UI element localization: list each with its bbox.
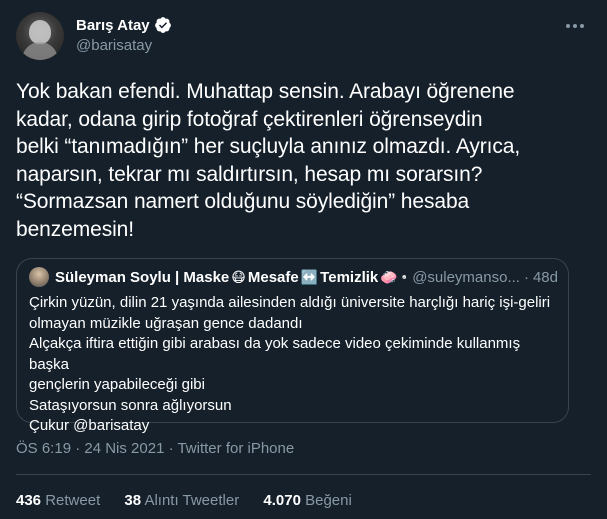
likes-count: 4.070 (263, 492, 301, 509)
author-name-block[interactable]: Barış Atay @barisatay (76, 16, 172, 54)
tweet-text-line: Yok bakan efendi. Muhattap sensin. Araba… (16, 80, 515, 103)
quoted-name-part: Temizlik (320, 268, 379, 286)
tweet-text-line: “Sormazsan namert olduğunu söylediğin” h… (16, 190, 470, 213)
separator-dot: · (523, 268, 529, 286)
divider (16, 474, 591, 475)
quoted-tweet[interactable]: Süleyman Soylu | Maske 😷 Mesafe ↔️ Temizlik 🧼… (16, 258, 569, 434)
quoted-author-handle: @suleymanso... (412, 268, 520, 286)
likes-label: Beğeni (305, 492, 352, 509)
quoted-author-avatar (29, 267, 49, 287)
retweets-stat[interactable]: 436 Retweet (16, 492, 100, 509)
quoted-text-line: Çirkin yüzün, dilin 21 yaşında ailesinde… (29, 294, 551, 311)
likes-stat[interactable]: 4.070 Beğeni (263, 492, 351, 509)
arrows-emoji: ↔️ (300, 268, 319, 285)
author-handle[interactable]: @barisatay (76, 37, 172, 54)
tweet-text: Yok bakan efendi. Muhattap sensin. Araba… (16, 78, 576, 243)
tweet-header: Barış Atay @barisatay (16, 12, 591, 60)
quoted-text-line: Alçakça iftira ettiğin gibi arabası da y… (29, 335, 521, 373)
quoted-timestamp: 48d (532, 268, 558, 286)
quoted-name-part: Mesafe (247, 268, 299, 286)
quoted-verified-badge-icon (401, 275, 406, 279)
quoted-author-name: Süleyman Soylu | Maske 😷 Mesafe ↔️ Temizlik 🧼 (55, 269, 400, 286)
tweet-stats: 436 Retweet 38 Alıntı Tweetler 4.070 Beğ… (16, 492, 372, 509)
quote-tweets-stat[interactable]: 38 Alıntı Tweetler (124, 492, 239, 509)
soap-emoji: 🧼 (380, 268, 398, 285)
quoted-text-line: Sataşıyorsun sonra ağlıyorsun (29, 396, 232, 414)
quoted-text-line: Çukur @barisatay (29, 417, 150, 434)
quoted-text-line: olmayan müzikle uğraşan gence dadandı (29, 314, 303, 332)
quoted-name-part: Süleyman Soylu | Maske (55, 268, 230, 286)
tweet-text-line: belki “tanımadığın” her suçluyla anınız … (16, 135, 521, 158)
quoted-text-line: gençlerin yapabileceği gibi (29, 376, 205, 393)
mask-emoji: 😷 (231, 268, 246, 285)
quote-tweets-label: Alıntı Tweetler (144, 492, 240, 509)
tweet-text-line: benzemesin! (16, 217, 134, 241)
tweet-timestamp-source[interactable]: ÖS 6:19 · 24 Nis 2021 · Twitter for iPho… (16, 440, 294, 457)
author-display-name[interactable]: Barış Atay (76, 17, 150, 34)
quoted-tweet-header: Süleyman Soylu | Maske 😷 Mesafe ↔️ Temizlik 🧼… (29, 267, 558, 287)
quoted-tweet-text: Çirkin yüzün, dilin 21 yaşında ailesinde… (29, 293, 559, 437)
retweets-label: Retweet (45, 492, 101, 509)
quote-tweets-count: 38 (124, 492, 142, 509)
more-options-icon[interactable] (563, 14, 587, 38)
retweets-count: 436 (16, 492, 42, 509)
tweet-text-line: naparsın, tekrar mı saldırtırsın, hesap … (16, 162, 483, 186)
tweet-text-line: kadar, odana girip fotoğraf çektirenleri… (16, 107, 483, 131)
verified-badge-icon (154, 17, 171, 33)
author-avatar[interactable] (16, 12, 64, 60)
